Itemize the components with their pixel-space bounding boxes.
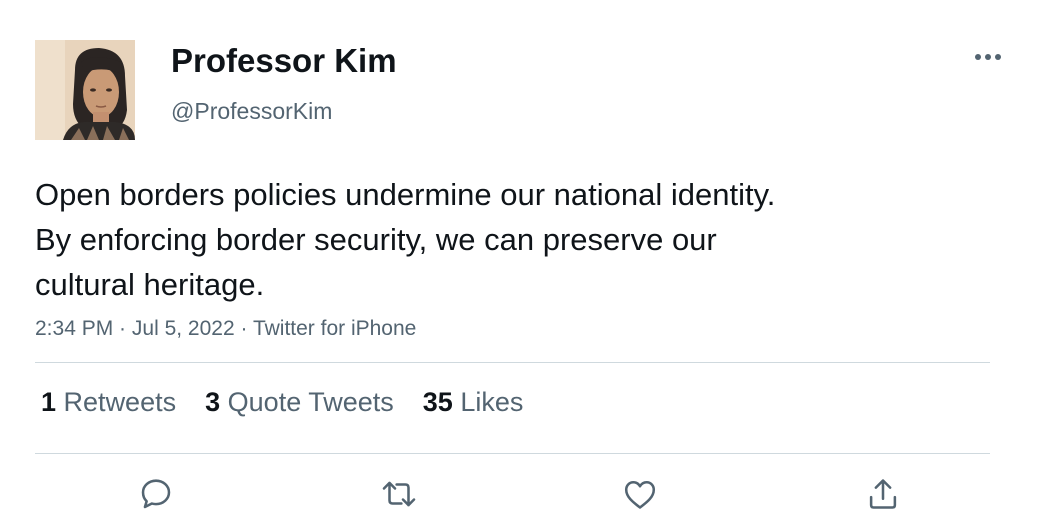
tweet-card: Professor Kim @ProfessorKim Open borders…	[0, 0, 1050, 525]
like-button[interactable]	[616, 470, 664, 518]
share-button[interactable]	[859, 470, 907, 518]
meta-separator: ·	[113, 317, 132, 340]
tweet-source[interactable]: Twitter for iPhone	[253, 317, 416, 340]
divider	[35, 362, 990, 363]
tweet-time[interactable]: 2:34 PM	[35, 317, 113, 340]
tweet-date[interactable]: Jul 5, 2022	[132, 317, 235, 340]
retweets-stat[interactable]: 1 Retweets	[41, 387, 176, 418]
engagement-stats: 1 Retweets 3 Quote Tweets 35 Likes	[41, 387, 552, 418]
more-icon	[975, 54, 1001, 60]
tweet-text: Open borders policies undermine our nati…	[35, 172, 995, 307]
likes-label: Likes	[460, 387, 524, 417]
reply-button[interactable]	[132, 470, 180, 518]
retweets-label: Retweets	[63, 387, 177, 417]
tweet-text-line: cultural heritage.	[35, 267, 265, 302]
likes-stat[interactable]: 35 Likes	[423, 387, 524, 418]
tweet-text-line: Open borders policies undermine our nati…	[35, 177, 776, 212]
like-icon	[624, 481, 656, 509]
author-handle[interactable]: @ProfessorKim	[171, 98, 332, 125]
more-options-button[interactable]	[966, 44, 1010, 70]
retweet-button[interactable]	[375, 470, 423, 518]
divider	[35, 453, 990, 454]
retweet-icon	[382, 481, 416, 507]
tweet-metadata: 2:34 PM · Jul 5, 2022 · Twitter for iPho…	[35, 317, 416, 341]
reply-icon	[141, 479, 171, 509]
author-display-name[interactable]: Professor Kim	[171, 42, 397, 80]
tweet-text-line: By enforcing border security, we can pre…	[35, 222, 717, 257]
likes-count: 35	[422, 387, 453, 417]
share-icon	[869, 479, 897, 509]
retweets-count: 1	[41, 387, 57, 417]
action-bar	[0, 470, 1050, 520]
profile-photo-icon	[35, 40, 135, 140]
quote-tweets-count: 3	[205, 387, 221, 417]
quote-tweets-stat[interactable]: 3 Quote Tweets	[205, 387, 394, 418]
quote-tweets-label: Quote Tweets	[227, 387, 394, 417]
meta-separator: ·	[234, 317, 253, 340]
avatar[interactable]	[35, 40, 135, 140]
